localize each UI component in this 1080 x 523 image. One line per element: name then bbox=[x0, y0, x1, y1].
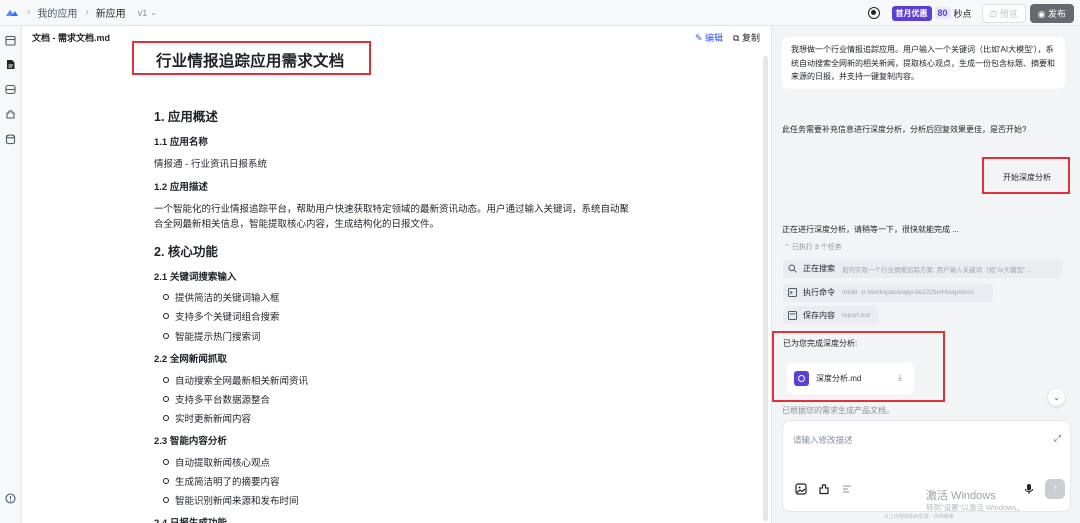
breadcrumb-new-app[interactable]: 新应用 bbox=[96, 5, 126, 20]
breadcrumb-my-apps[interactable]: 我的应用 bbox=[37, 5, 77, 20]
help-icon[interactable] bbox=[5, 493, 16, 504]
user-message: 我想做一个行业情报追踪应用。用户输入一个关键词（比如'AI大模型'），系统自动搜… bbox=[782, 37, 1065, 89]
chevron-down-icon[interactable]: ⌄ bbox=[150, 8, 157, 17]
points-value: 80 bbox=[934, 7, 951, 19]
list-item: 自动提取新闻核心观点 bbox=[163, 455, 270, 469]
task-desc: report.md bbox=[842, 312, 870, 319]
ai-disclaimer: 以上内容均由AI生成，仅供参考 bbox=[884, 514, 954, 520]
document-heading-box: 行业情报追踪应用需求文档 bbox=[132, 41, 371, 75]
file-card[interactable]: 深度分析.md ⤓ bbox=[787, 362, 914, 394]
top-bar: › 我的应用 › 新应用 v1 ⌄ 首月优惠 80 秒点 ⊡ 预览 ◉ 发布 bbox=[0, 0, 1080, 26]
database-icon[interactable] bbox=[5, 84, 16, 95]
task-name: 正在搜索 bbox=[803, 264, 835, 273]
tasks-toggle[interactable]: ⌃ 已执行 3 个任务 bbox=[784, 242, 842, 252]
preview-label: 预览 bbox=[999, 8, 1018, 19]
subsection-heading: 2.2 全网新闻抓取 bbox=[154, 354, 227, 365]
generated-note: 已根据您的需求生成产品文档。 bbox=[782, 406, 894, 415]
section-heading: 2. 核心功能 bbox=[154, 245, 218, 259]
subsection-heading: 2.1 关键词搜索输入 bbox=[154, 272, 237, 283]
promo-badge[interactable]: 首月优惠 bbox=[891, 5, 932, 21]
version-selector[interactable]: v1 bbox=[138, 8, 148, 18]
list-item: 生成简洁明了的摘要内容 bbox=[163, 474, 280, 488]
analysis-result-box: 已为您完成深度分析: 深度分析.md ⤓ bbox=[772, 331, 945, 402]
subsection-heading: 2.3 智能内容分析 bbox=[154, 436, 227, 447]
subsection-heading: 1.2 应用描述 bbox=[154, 182, 208, 193]
list-item: 支持多平台数据源整合 bbox=[163, 392, 270, 406]
preview-button[interactable]: ⊡ 预览 bbox=[981, 3, 1026, 23]
calendar-icon[interactable] bbox=[5, 35, 16, 46]
paragraph: 情报通 - 行业资讯日报系统 bbox=[154, 159, 267, 170]
left-rail bbox=[0, 26, 22, 523]
expand-icon[interactable]: ⤢ bbox=[1054, 433, 1061, 444]
start-analysis-button[interactable]: 开始深度分析 bbox=[982, 157, 1070, 194]
document-scrollbar[interactable] bbox=[763, 56, 768, 521]
list-item: 提供简洁的关键词输入框 bbox=[163, 290, 280, 304]
document-file-title: 文档 - 需求文档.md bbox=[32, 32, 110, 43]
plugin-icon[interactable] bbox=[5, 109, 16, 120]
analyzing-status: 正在进行深度分析，请稍等一下，很快就能完成 ... bbox=[782, 225, 959, 234]
plugin-icon[interactable] bbox=[818, 483, 830, 495]
task-name: 保存内容 bbox=[803, 311, 835, 320]
tasks-toggle-label: 已执行 3 个任务 bbox=[791, 244, 842, 251]
document-icon[interactable] bbox=[5, 59, 16, 70]
task-item-command[interactable]: 执行命令 mkdir -p /workspace/app-8e2229u44oa… bbox=[783, 283, 993, 302]
task-name: 执行命令 bbox=[803, 288, 835, 297]
edit-button[interactable]: ✎ 编辑 bbox=[695, 31, 723, 44]
task-desc: 如何实现一个行业情报追踪方案: 用户输入关键词（如"AI大模型"... bbox=[842, 266, 1031, 274]
send-button[interactable]: ↑ bbox=[1045, 479, 1065, 499]
app-logo[interactable] bbox=[5, 8, 19, 18]
copy-label: 复制 bbox=[741, 33, 760, 43]
copy-button[interactable]: ⧉ 复制 bbox=[733, 31, 760, 44]
windows-activation-watermark: 激活 Windows bbox=[926, 490, 996, 502]
document-panel: 文档 - 需求文档.md ✎ 编辑 ⧉ 复制 bbox=[22, 26, 772, 523]
chevron-right-icon: › bbox=[85, 7, 89, 18]
list-item: 智能识别新闻来源和发布时间 bbox=[163, 493, 299, 507]
subsection-heading: 1.1 应用名称 bbox=[154, 137, 208, 148]
scroll-down-button[interactable]: ⌄ bbox=[1048, 389, 1065, 406]
windows-activation-subtext: 转到"设置"以激活 Windows。 bbox=[926, 503, 1024, 512]
chat-input-placeholder: 请输入修改描述 bbox=[793, 435, 853, 445]
image-icon[interactable] bbox=[795, 483, 807, 495]
task-desc: mkdir -p /workspace/app-8e2229u44oap/doc… bbox=[842, 289, 974, 296]
ai-prompt: 此任务需要补充信息进行深度分析，分析后回复效果更佳，是否开始? bbox=[782, 125, 1027, 134]
storage-icon[interactable] bbox=[5, 134, 16, 145]
points-unit: 秒点 bbox=[953, 8, 972, 19]
target-icon[interactable] bbox=[867, 7, 880, 19]
file-name: 深度分析.md bbox=[816, 373, 862, 383]
task-item-save[interactable]: 保存内容 report.md bbox=[783, 306, 878, 325]
terminal-icon bbox=[788, 288, 797, 297]
breadcrumb: › 我的应用 › 新应用 v1 ⌄ bbox=[19, 5, 157, 20]
paragraph-line: 一个智能化的行业情报追踪平台，帮助用户快速获取特定领域的最新资讯动态。用户通过输… bbox=[154, 204, 630, 215]
task-item-search[interactable]: 正在搜索 如何实现一个行业情报追踪方案: 用户输入关键词（如"AI大模型"... bbox=[783, 259, 1062, 278]
publish-button[interactable]: ◉ 发布 bbox=[1029, 3, 1074, 23]
download-icon[interactable]: ⤓ bbox=[898, 372, 902, 383]
start-analysis-label: 开始深度分析 bbox=[1003, 173, 1051, 182]
chevron-right-icon: › bbox=[27, 7, 31, 18]
section-heading: 1. 应用概述 bbox=[154, 110, 218, 124]
list-settings-icon[interactable] bbox=[841, 483, 853, 495]
analysis-done-label: 已为您完成深度分析: bbox=[783, 339, 858, 348]
list-item: 实时更新新闻内容 bbox=[163, 411, 251, 425]
list-item: 智能提示热门搜索词 bbox=[163, 329, 261, 343]
list-item: 自动搜索全网最新相关新闻资讯 bbox=[163, 373, 308, 387]
file-search-icon bbox=[794, 370, 809, 386]
microphone-icon[interactable] bbox=[1023, 483, 1035, 495]
search-icon bbox=[788, 264, 797, 273]
list-item: 支持多个关键词组合搜索 bbox=[163, 309, 280, 323]
subsection-heading: 2.4 日报生成功能 bbox=[154, 515, 227, 523]
paragraph-line: 合全网最新相关信息，智能提取核心内容，生成结构化的日报文件。 bbox=[154, 219, 440, 230]
document-heading: 行业情报追踪应用需求文档 bbox=[156, 53, 345, 70]
publish-label: 发布 bbox=[1047, 8, 1066, 19]
edit-label: 编辑 bbox=[705, 33, 724, 43]
save-icon bbox=[788, 311, 797, 320]
